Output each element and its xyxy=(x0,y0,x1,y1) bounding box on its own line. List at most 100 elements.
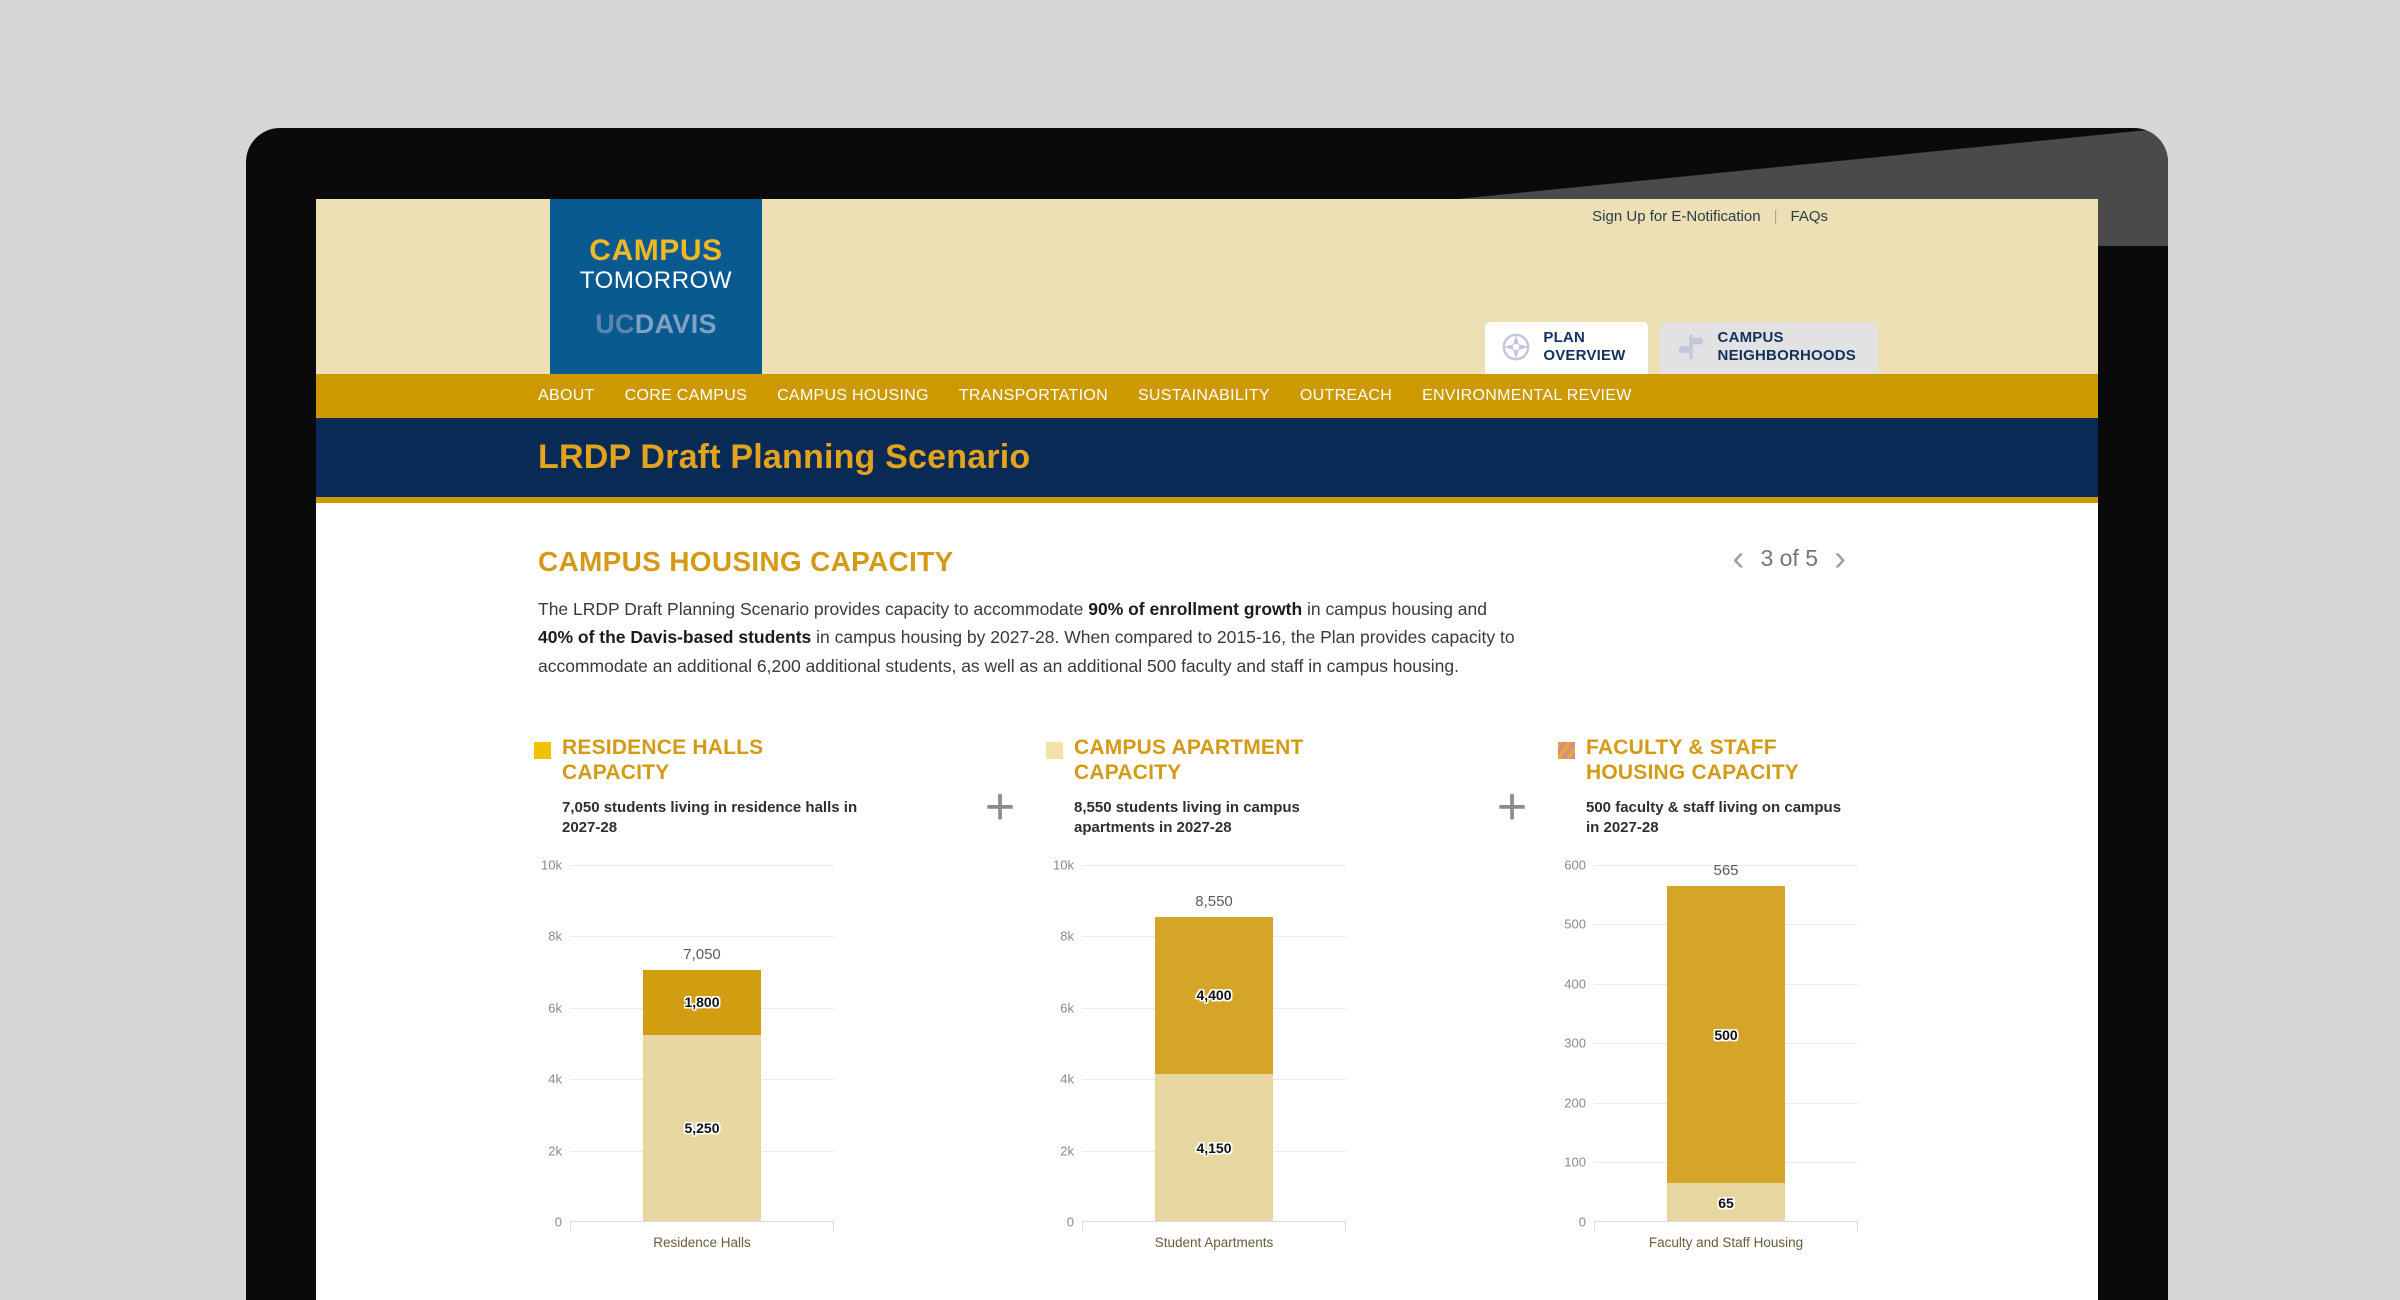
faqs-link[interactable]: FAQs xyxy=(1790,208,1828,225)
axis-tick-cap xyxy=(1082,1220,1083,1232)
x-axis-label: Student Apartments xyxy=(1154,1234,1274,1250)
bar-segment-added[interactable]: 4,400 xyxy=(1155,916,1273,1074)
bar-total-label: 565 xyxy=(1713,861,1739,879)
bar-segment-value: 500 xyxy=(1714,1026,1738,1043)
x-axis-label: Residence Halls xyxy=(653,1234,751,1250)
signup-link[interactable]: Sign Up for E-Notification xyxy=(1592,208,1760,225)
stacked-bar[interactable]: 500 65 xyxy=(1667,885,1785,1222)
legend-swatch-residence-halls xyxy=(534,742,551,760)
axis-tick-cap xyxy=(833,1220,834,1232)
y-axis-tick: 2k xyxy=(1060,1143,1074,1159)
bar-segment-value: 1,800 xyxy=(684,994,720,1011)
campus-neighborhoods-line1: CAMPUS xyxy=(1717,329,1784,347)
y-axis-tick: 0 xyxy=(1066,1214,1074,1230)
prev-slide-arrow[interactable]: ‹ xyxy=(1732,540,1744,576)
y-axis-tick: 10k xyxy=(541,857,562,873)
page-title: LRDP Draft Planning Scenario xyxy=(538,438,1031,476)
site-logo[interactable]: CAMPUS TOMORROW UCDAVIS xyxy=(550,199,762,374)
gridline xyxy=(1082,864,1346,866)
y-axis-tick: 8k xyxy=(548,928,562,944)
y-axis-tick: 4k xyxy=(548,1071,562,1087)
nav-item-outreach[interactable]: OUTREACH xyxy=(1300,387,1392,405)
page-title-band: LRDP Draft Planning Scenario xyxy=(316,418,2098,503)
bar-segment-value: 4,400 xyxy=(1196,987,1232,1004)
campus-neighborhoods-line2: NEIGHBORHOODS xyxy=(1717,347,1856,364)
signpost-icon xyxy=(1676,332,1706,362)
nav-item-about[interactable]: ABOUT xyxy=(538,387,595,405)
bar-segment-added[interactable]: 1,800 xyxy=(643,970,761,1035)
plot-area: 0 2k 4k 6k 8k 10k 4,400 4,150 8,550 xyxy=(1053,857,1346,1229)
plus-symbol-1: + xyxy=(984,778,1016,837)
logo-ucdavis: UCDAVIS xyxy=(595,308,717,339)
bar-segment-value: 4,150 xyxy=(1196,1139,1232,1156)
x-axis-line xyxy=(1594,1220,1858,1222)
chart-3-plot: 0 100 200 300 400 500 600 500 65 565 Faculty and S… xyxy=(1558,857,1858,1250)
x-axis-line xyxy=(570,1220,834,1222)
chart-1-plot: 0 2k 4k 6k 8k 10k 1,800 5,250 7,050 Residence Hal… xyxy=(534,857,834,1250)
bar-segment-base[interactable]: 4,150 xyxy=(1155,1073,1273,1222)
y-axis-tick: 0 xyxy=(554,1214,562,1230)
axis-tick-cap xyxy=(570,1220,571,1232)
gridline xyxy=(570,936,834,938)
nav-item-sustainability[interactable]: SUSTAINABILITY xyxy=(1138,387,1270,405)
section-title: CAMPUS HOUSING CAPACITY xyxy=(538,546,954,577)
nav-item-core-campus[interactable]: CORE CAMPUS xyxy=(625,387,747,405)
chart-2-title: CAMPUS APARTMENT CAPACITY xyxy=(1074,736,1304,784)
lede-bold-2: 40% of the Davis-based students xyxy=(538,627,812,648)
slide-counter: 3 of 5 xyxy=(1760,544,1818,571)
laptop-frame: Sign Up for E-Notification | FAQs CAMPUS… xyxy=(246,128,2168,1300)
site-header: Sign Up for E-Notification | FAQs CAMPUS… xyxy=(316,199,2098,374)
chart-2-plot: 0 2k 4k 6k 8k 10k 4,400 4,150 8,550 Student Apart… xyxy=(1046,857,1346,1250)
chart-3-title-row: FACULTY & STAFF HOUSING CAPACITY xyxy=(1558,736,1858,786)
y-axis-tick: 10k xyxy=(1053,857,1074,873)
bar-segment-base[interactable]: 5,250 xyxy=(643,1034,761,1222)
y-axis-tick: 2k xyxy=(548,1143,562,1159)
y-axis-tick: 300 xyxy=(1564,1035,1586,1051)
gridline xyxy=(570,864,834,866)
logo-line-campus: CAMPUS xyxy=(589,233,723,267)
campus-neighborhoods-button[interactable]: CAMPUS NEIGHBORHOODS xyxy=(1659,322,1878,374)
bar-segment-value: 65 xyxy=(1718,1194,1734,1211)
lede-bold-1: 90% of enrollment growth xyxy=(1088,599,1303,619)
nav-item-environmental-review[interactable]: ENVIRONMENTAL REVIEW xyxy=(1422,387,1632,405)
stacked-bar[interactable]: 1,800 5,250 xyxy=(643,970,761,1222)
bar-segment-base[interactable]: 65 xyxy=(1667,1183,1785,1222)
plan-overview-line2: OVERVIEW xyxy=(1543,347,1626,364)
nav-item-transportation[interactable]: TRANSPORTATION xyxy=(959,387,1108,405)
plan-overview-label: PLAN OVERVIEW xyxy=(1543,329,1625,364)
link-separator: | xyxy=(1773,208,1778,225)
x-axis-label: Faculty and Staff Housing xyxy=(1648,1234,1804,1250)
y-axis-tick: 6k xyxy=(548,1000,562,1016)
y-axis-tick: 500 xyxy=(1564,916,1586,932)
bar-total-label: 7,050 xyxy=(683,946,721,964)
nav-item-campus-housing[interactable]: CAMPUS HOUSING xyxy=(777,387,929,405)
next-slide-arrow[interactable]: › xyxy=(1834,540,1846,576)
x-axis-line xyxy=(1082,1220,1346,1222)
slide-pager: ‹ 3 of 5 › xyxy=(1732,540,1846,576)
chart-3-title: FACULTY & STAFF HOUSING CAPACITY xyxy=(1586,736,1799,784)
plan-overview-line1: PLAN xyxy=(1543,329,1585,347)
plan-overview-button[interactable]: PLAN OVERVIEW xyxy=(1485,322,1648,374)
legend-swatch-faculty-staff xyxy=(1558,742,1575,760)
stacked-bar[interactable]: 4,400 4,150 xyxy=(1155,916,1273,1222)
y-axis-tick: 6k xyxy=(1060,1000,1074,1016)
axis-tick-cap xyxy=(1594,1220,1595,1232)
bar-segment-added[interactable]: 500 xyxy=(1667,885,1785,1184)
lede-part-1: The LRDP Draft Planning Scenario provide… xyxy=(538,599,1089,619)
bar-segment-value: 5,250 xyxy=(684,1120,720,1137)
y-axis-tick: 400 xyxy=(1564,976,1586,992)
header-button-group: PLAN OVERVIEW CAMPUS NEIGHBORHOODS xyxy=(1485,322,1878,374)
chart-3-subtitle: 500 faculty & staff living on campus in … xyxy=(1586,798,1842,837)
chart-faculty-staff-housing: FACULTY & STAFF HOUSING CAPACITY 500 fac… xyxy=(1558,736,1858,1250)
plus-symbol-2: + xyxy=(1496,778,1528,837)
plot-area: 0 2k 4k 6k 8k 10k 1,800 5,250 7,050 xyxy=(541,857,834,1229)
bar-total-label: 8,550 xyxy=(1195,892,1233,910)
chart-residence-halls: RESIDENCE HALLS CAPACITY 7,050 students … xyxy=(534,736,954,1250)
chart-2-subtitle: 8,550 students living in campus apartmen… xyxy=(1074,798,1300,837)
y-axis-tick: 0 xyxy=(1578,1214,1586,1230)
charts-row: RESIDENCE HALLS CAPACITY 7,050 students … xyxy=(534,736,1876,1250)
chart-1-title: RESIDENCE HALLS CAPACITY xyxy=(562,736,764,784)
logo-davis-text: DAVIS xyxy=(634,308,717,339)
chart-1-subtitle: 7,050 students living in residence halls… xyxy=(562,798,858,837)
chart-campus-apartments: CAMPUS APARTMENT CAPACITY 8,550 students… xyxy=(1046,736,1466,1250)
